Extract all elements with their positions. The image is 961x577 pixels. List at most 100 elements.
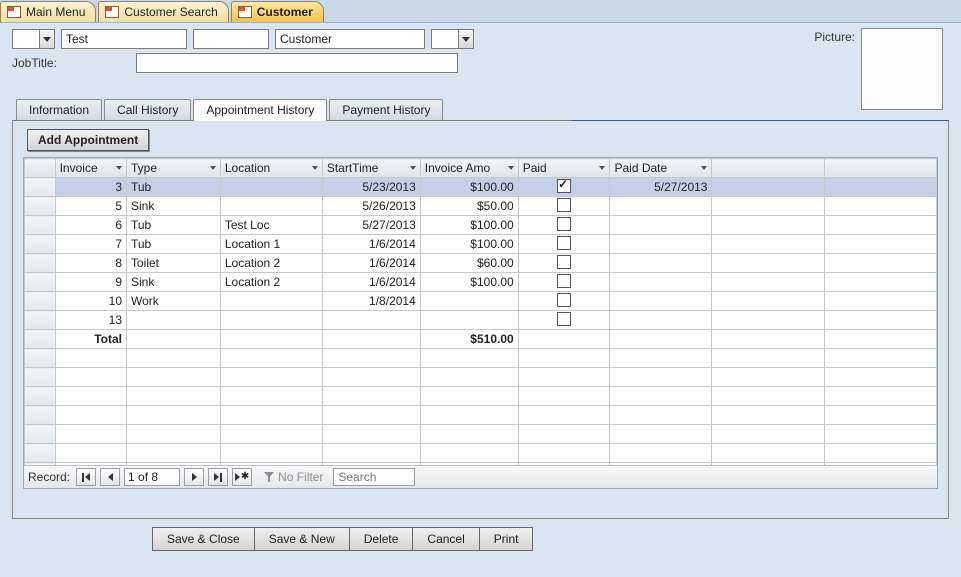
chevron-down-icon[interactable]: [39, 30, 54, 48]
col-starttime[interactable]: StartTime: [322, 159, 420, 178]
row-header[interactable]: [25, 273, 56, 292]
cell-invoice[interactable]: 5: [55, 197, 126, 216]
checkbox-icon[interactable]: [557, 293, 571, 307]
col-type[interactable]: Type: [127, 159, 221, 178]
cell-paid[interactable]: [518, 273, 610, 292]
cell-paid[interactable]: [518, 254, 610, 273]
save-new-button[interactable]: Save & New: [254, 527, 350, 551]
cell-amount[interactable]: $100.00: [420, 178, 518, 197]
col-invoice[interactable]: Invoice: [55, 159, 126, 178]
cell-paid[interactable]: [518, 311, 610, 330]
cell-paid-date[interactable]: [610, 292, 712, 311]
col-invoice-amount[interactable]: Invoice Amo: [420, 159, 518, 178]
table-row[interactable]: 7TubLocation 11/6/2014$100.00: [25, 235, 937, 254]
chevron-down-icon[interactable]: [458, 30, 473, 48]
cell-blank[interactable]: [824, 273, 936, 292]
cell-blank[interactable]: [712, 197, 824, 216]
add-appointment-button[interactable]: Add Appointment: [27, 129, 149, 151]
row-header[interactable]: [25, 197, 56, 216]
cell-starttime[interactable]: 1/8/2014: [322, 292, 420, 311]
tab-payment-history[interactable]: Payment History: [329, 99, 443, 120]
delete-button[interactable]: Delete: [349, 527, 414, 551]
doc-tab-customer-search[interactable]: Customer Search: [98, 1, 228, 22]
nav-prev-button[interactable]: [100, 468, 120, 486]
cell-invoice[interactable]: 10: [55, 292, 126, 311]
cell-type[interactable]: Tub: [127, 216, 221, 235]
cell-location[interactable]: [220, 178, 322, 197]
table-row[interactable]: 9SinkLocation 21/6/2014$100.00: [25, 273, 937, 292]
cell-paid[interactable]: [518, 197, 610, 216]
row-header[interactable]: [25, 216, 56, 235]
nav-next-button[interactable]: [184, 468, 204, 486]
doc-tab-customer[interactable]: Customer: [231, 1, 324, 22]
table-row[interactable]: 10Work 1/8/2014: [25, 292, 937, 311]
cell-invoice[interactable]: 3: [55, 178, 126, 197]
checkbox-icon[interactable]: [557, 236, 571, 250]
last-name-field[interactable]: Customer: [275, 29, 425, 49]
cell-amount[interactable]: $100.00: [420, 273, 518, 292]
col-blank[interactable]: [824, 159, 936, 178]
nav-last-button[interactable]: [208, 468, 228, 486]
cell-amount[interactable]: $50.00: [420, 197, 518, 216]
nav-first-button[interactable]: [76, 468, 96, 486]
cell-paid[interactable]: [518, 235, 610, 254]
cell-location[interactable]: Location 2: [220, 273, 322, 292]
row-header[interactable]: [25, 235, 56, 254]
cell-paid-date[interactable]: [610, 311, 712, 330]
first-name-field[interactable]: Test: [61, 29, 187, 49]
cell-type[interactable]: Tub: [127, 235, 221, 254]
tab-call-history[interactable]: Call History: [104, 99, 191, 120]
table-row[interactable]: 5Sink 5/26/2013$50.00: [25, 197, 937, 216]
cell-type[interactable]: Sink: [127, 197, 221, 216]
col-blank[interactable]: [712, 159, 824, 178]
cell-invoice[interactable]: 9: [55, 273, 126, 292]
cell-paid-date[interactable]: [610, 254, 712, 273]
cell-type[interactable]: [127, 311, 221, 330]
cell-blank[interactable]: [712, 273, 824, 292]
cell-paid[interactable]: [518, 292, 610, 311]
cell-blank[interactable]: [824, 254, 936, 273]
save-close-button[interactable]: Save & Close: [152, 527, 255, 551]
cell-blank[interactable]: [824, 178, 936, 197]
cell-amount[interactable]: [420, 292, 518, 311]
cell-blank[interactable]: [824, 216, 936, 235]
cell-type[interactable]: Sink: [127, 273, 221, 292]
cell-amount[interactable]: $100.00: [420, 216, 518, 235]
cell-blank[interactable]: [712, 216, 824, 235]
cell-starttime[interactable]: 1/6/2014: [322, 254, 420, 273]
row-header[interactable]: [25, 178, 56, 197]
cell-type[interactable]: Toilet: [127, 254, 221, 273]
cell-type[interactable]: Tub: [127, 178, 221, 197]
cell-location[interactable]: [220, 311, 322, 330]
cell-starttime[interactable]: 5/26/2013: [322, 197, 420, 216]
cell-amount[interactable]: [420, 311, 518, 330]
cell-starttime[interactable]: 5/27/2013: [322, 216, 420, 235]
table-row[interactable]: 13: [25, 311, 937, 330]
select-all-header[interactable]: [25, 159, 56, 178]
picture-frame[interactable]: [861, 28, 943, 110]
checkbox-icon[interactable]: [557, 274, 571, 288]
cell-blank[interactable]: [712, 254, 824, 273]
cell-starttime[interactable]: 1/6/2014: [322, 273, 420, 292]
col-paid[interactable]: Paid: [518, 159, 610, 178]
cell-blank[interactable]: [824, 235, 936, 254]
checkbox-icon[interactable]: [557, 217, 571, 231]
table-row[interactable]: 3Tub5/23/2013$100.005/27/2013: [25, 178, 937, 197]
tab-information[interactable]: Information: [16, 99, 102, 120]
cell-blank[interactable]: [712, 311, 824, 330]
cell-type[interactable]: Work: [127, 292, 221, 311]
cell-blank[interactable]: [712, 292, 824, 311]
row-header[interactable]: [25, 254, 56, 273]
row-header[interactable]: [25, 311, 56, 330]
cell-amount[interactable]: $100.00: [420, 235, 518, 254]
checkbox-icon[interactable]: [557, 312, 571, 326]
print-button[interactable]: Print: [479, 527, 534, 551]
cell-location[interactable]: [220, 197, 322, 216]
cell-starttime[interactable]: 5/23/2013: [322, 178, 420, 197]
nav-new-button[interactable]: ✱: [232, 468, 252, 486]
cell-blank[interactable]: [712, 178, 824, 197]
cell-paid[interactable]: [518, 216, 610, 235]
middle-name-field[interactable]: [193, 29, 269, 49]
row-header[interactable]: [25, 292, 56, 311]
record-position[interactable]: 1 of 8: [124, 468, 180, 486]
